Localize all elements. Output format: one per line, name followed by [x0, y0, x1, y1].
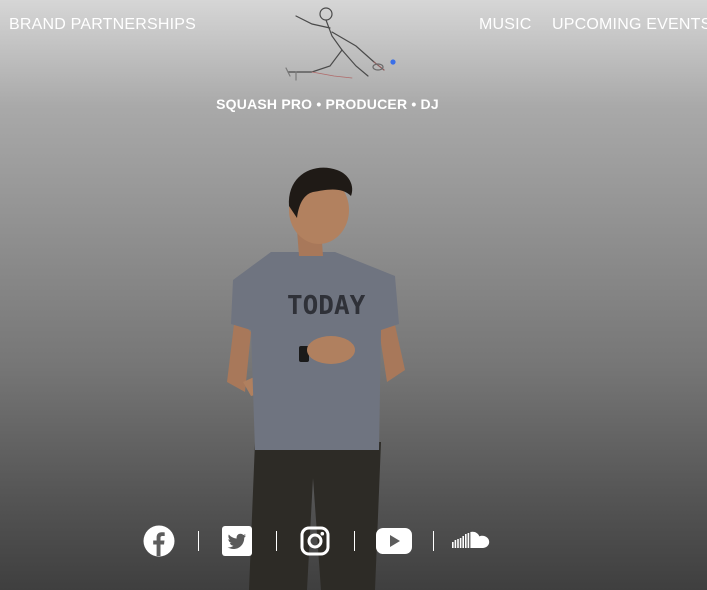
nav-link-brand-partnerships[interactable]: BRAND PARTNERSHIPS: [9, 16, 196, 34]
nav-link-music[interactable]: MUSIC: [479, 16, 532, 34]
social-separator: [433, 531, 434, 551]
nav-link-upcoming-events[interactable]: UPCOMING EVENTS: [552, 16, 707, 34]
social-separator: [276, 531, 277, 551]
instagram-icon[interactable]: [298, 523, 332, 559]
soundcloud-icon[interactable]: [452, 523, 494, 559]
youtube-icon[interactable]: [376, 523, 412, 559]
shirt-print: TODAY: [287, 291, 366, 321]
social-separator: [354, 531, 355, 551]
tagline: SQUASH PRO • PRODUCER • DJ: [216, 96, 439, 112]
twitter-icon[interactable]: [220, 523, 254, 559]
social-separator: [198, 531, 199, 551]
logo-blue-dot: [390, 59, 396, 65]
facebook-icon[interactable]: [142, 523, 176, 559]
site-logo[interactable]: [272, 2, 400, 84]
